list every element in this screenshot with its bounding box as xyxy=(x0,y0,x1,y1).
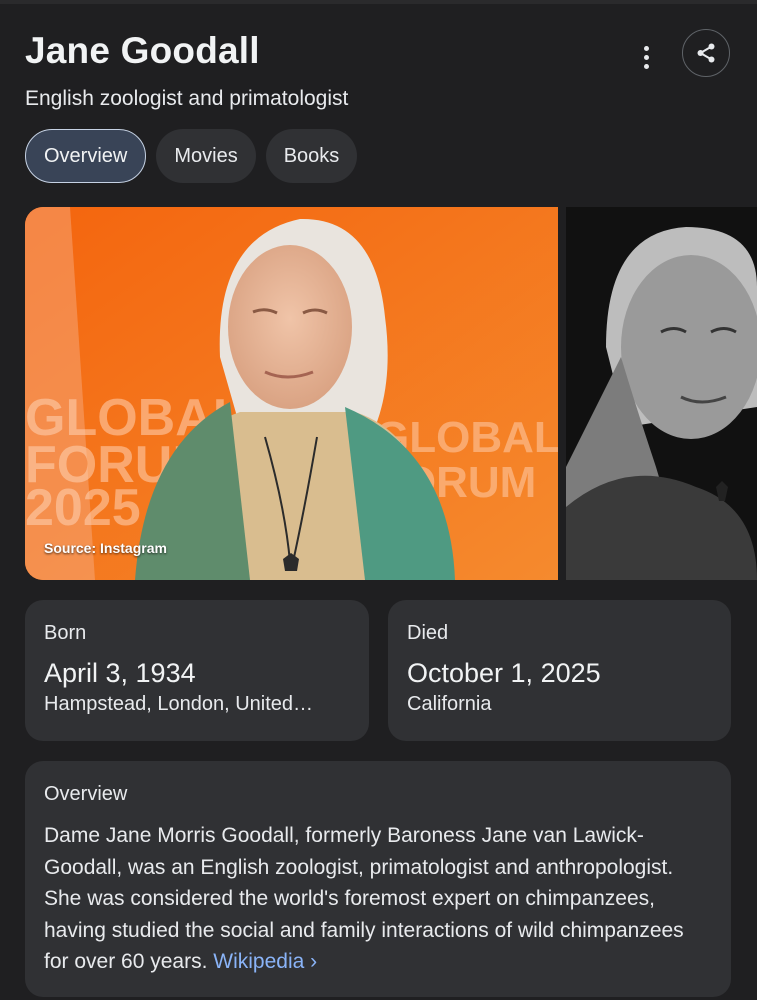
share-button[interactable] xyxy=(682,29,730,77)
tab-movies[interactable]: Movies xyxy=(156,129,256,183)
tab-books[interactable]: Books xyxy=(265,129,358,183)
page-subtitle: English zoologist and primatologist xyxy=(25,87,349,110)
died-card[interactable]: Died October 1, 2025 California xyxy=(388,600,731,741)
wikipedia-link-label: Wikipedia xyxy=(213,950,305,973)
overview-heading: Overview xyxy=(44,783,128,805)
wikipedia-link[interactable]: Wikipedia › xyxy=(213,950,317,973)
main-photo[interactable]: GLOBAL FORUM 2025 GLOBAL FORUM xyxy=(25,207,558,580)
died-date: October 1, 2025 xyxy=(407,658,601,688)
share-icon xyxy=(697,43,715,63)
overview-text: Dame Jane Morris Goodall, formerly Baron… xyxy=(44,820,712,978)
born-card[interactable]: Born April 3, 1934 Hampstead, London, Un… xyxy=(25,600,369,741)
more-options-button[interactable] xyxy=(630,40,662,74)
died-place: California xyxy=(407,693,492,715)
born-date: April 3, 1934 xyxy=(44,658,196,688)
more-vert-icon xyxy=(643,45,649,51)
page-title: Jane Goodall xyxy=(25,30,260,71)
overview-card: Overview Dame Jane Morris Goodall, forme… xyxy=(25,761,731,997)
portrait-bw-illustration xyxy=(566,207,757,580)
born-label: Born xyxy=(44,622,87,644)
top-edge xyxy=(0,0,757,4)
secondary-photo[interactable] xyxy=(566,207,757,580)
died-label: Died xyxy=(407,622,449,644)
born-place: Hampstead, London, United… xyxy=(44,693,314,715)
bg-text-3: 2025 xyxy=(25,479,141,537)
overview-body: Dame Jane Morris Goodall, formerly Baron… xyxy=(44,824,684,973)
image-source-label: Source: Instagram xyxy=(44,540,167,556)
tab-bar: Overview Movies Books xyxy=(25,129,358,183)
tab-overview[interactable]: Overview xyxy=(25,129,147,183)
chevron-right-icon: › xyxy=(310,950,318,973)
portrait-illustration: GLOBAL FORUM 2025 GLOBAL FORUM xyxy=(25,207,558,580)
